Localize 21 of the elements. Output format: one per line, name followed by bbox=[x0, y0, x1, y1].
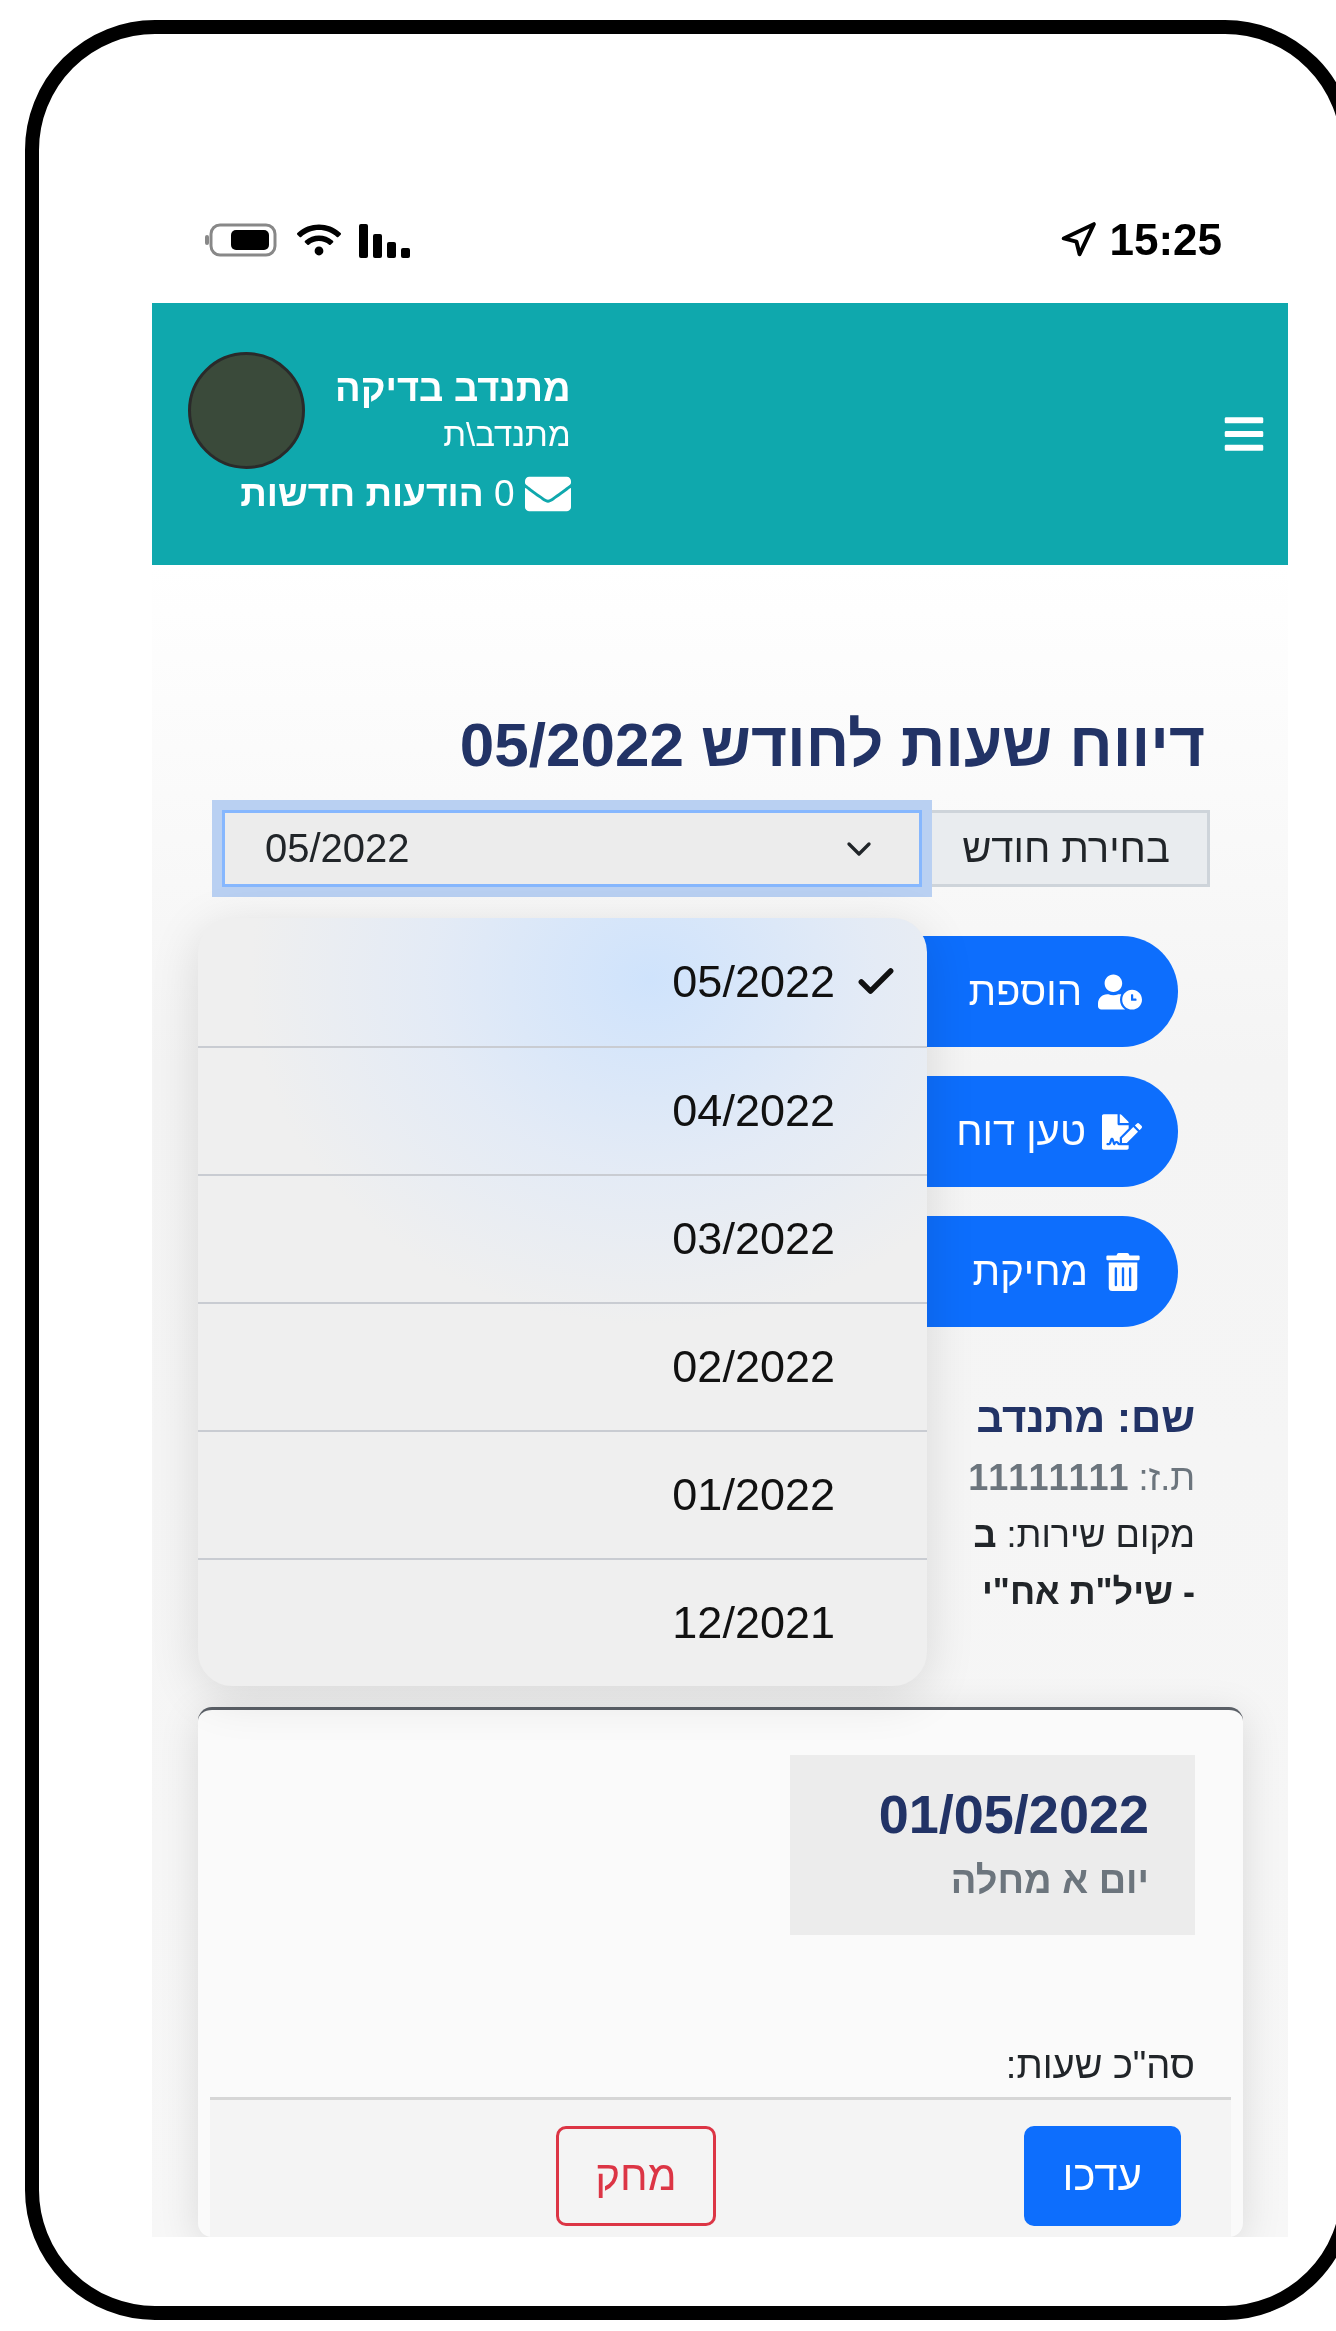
day-date: 01/05/2022 bbox=[878, 1783, 1149, 1845]
volunteer-place: מקום שירות: ב bbox=[973, 1513, 1195, 1557]
update-button[interactable]: עדכו bbox=[1023, 2126, 1181, 2226]
user-role: מתנדב\ת bbox=[443, 415, 571, 454]
month-option[interactable]: 03/2022 bbox=[198, 1174, 927, 1302]
month-option[interactable]: 12/2021 bbox=[198, 1558, 927, 1686]
delete-button[interactable]: מחק bbox=[556, 2126, 716, 2226]
volunteer-name: שם: מתנדב bbox=[976, 1393, 1195, 1443]
month-option[interactable]: 01/2022 bbox=[198, 1430, 927, 1558]
total-hours-label: סה"כ שעות: bbox=[1004, 2043, 1195, 2088]
signed-document-icon bbox=[1102, 1111, 1142, 1152]
month-option[interactable]: 02/2022 bbox=[198, 1302, 927, 1430]
day-type: יום א מחלה bbox=[950, 1859, 1149, 1902]
volunteer-unit: - שיל"ת אח"י bbox=[981, 1570, 1195, 1614]
battery-icon bbox=[205, 223, 279, 257]
page-title: דיווח שעות לחודש 05/2022 bbox=[458, 709, 1205, 781]
status-time: 15:25 bbox=[1109, 215, 1222, 265]
location-arrow-icon bbox=[1059, 221, 1098, 259]
month-option[interactable]: 04/2022 bbox=[198, 1046, 927, 1174]
trash-icon bbox=[1104, 1252, 1142, 1291]
user-name: מתנדב בדיקה bbox=[335, 366, 571, 410]
